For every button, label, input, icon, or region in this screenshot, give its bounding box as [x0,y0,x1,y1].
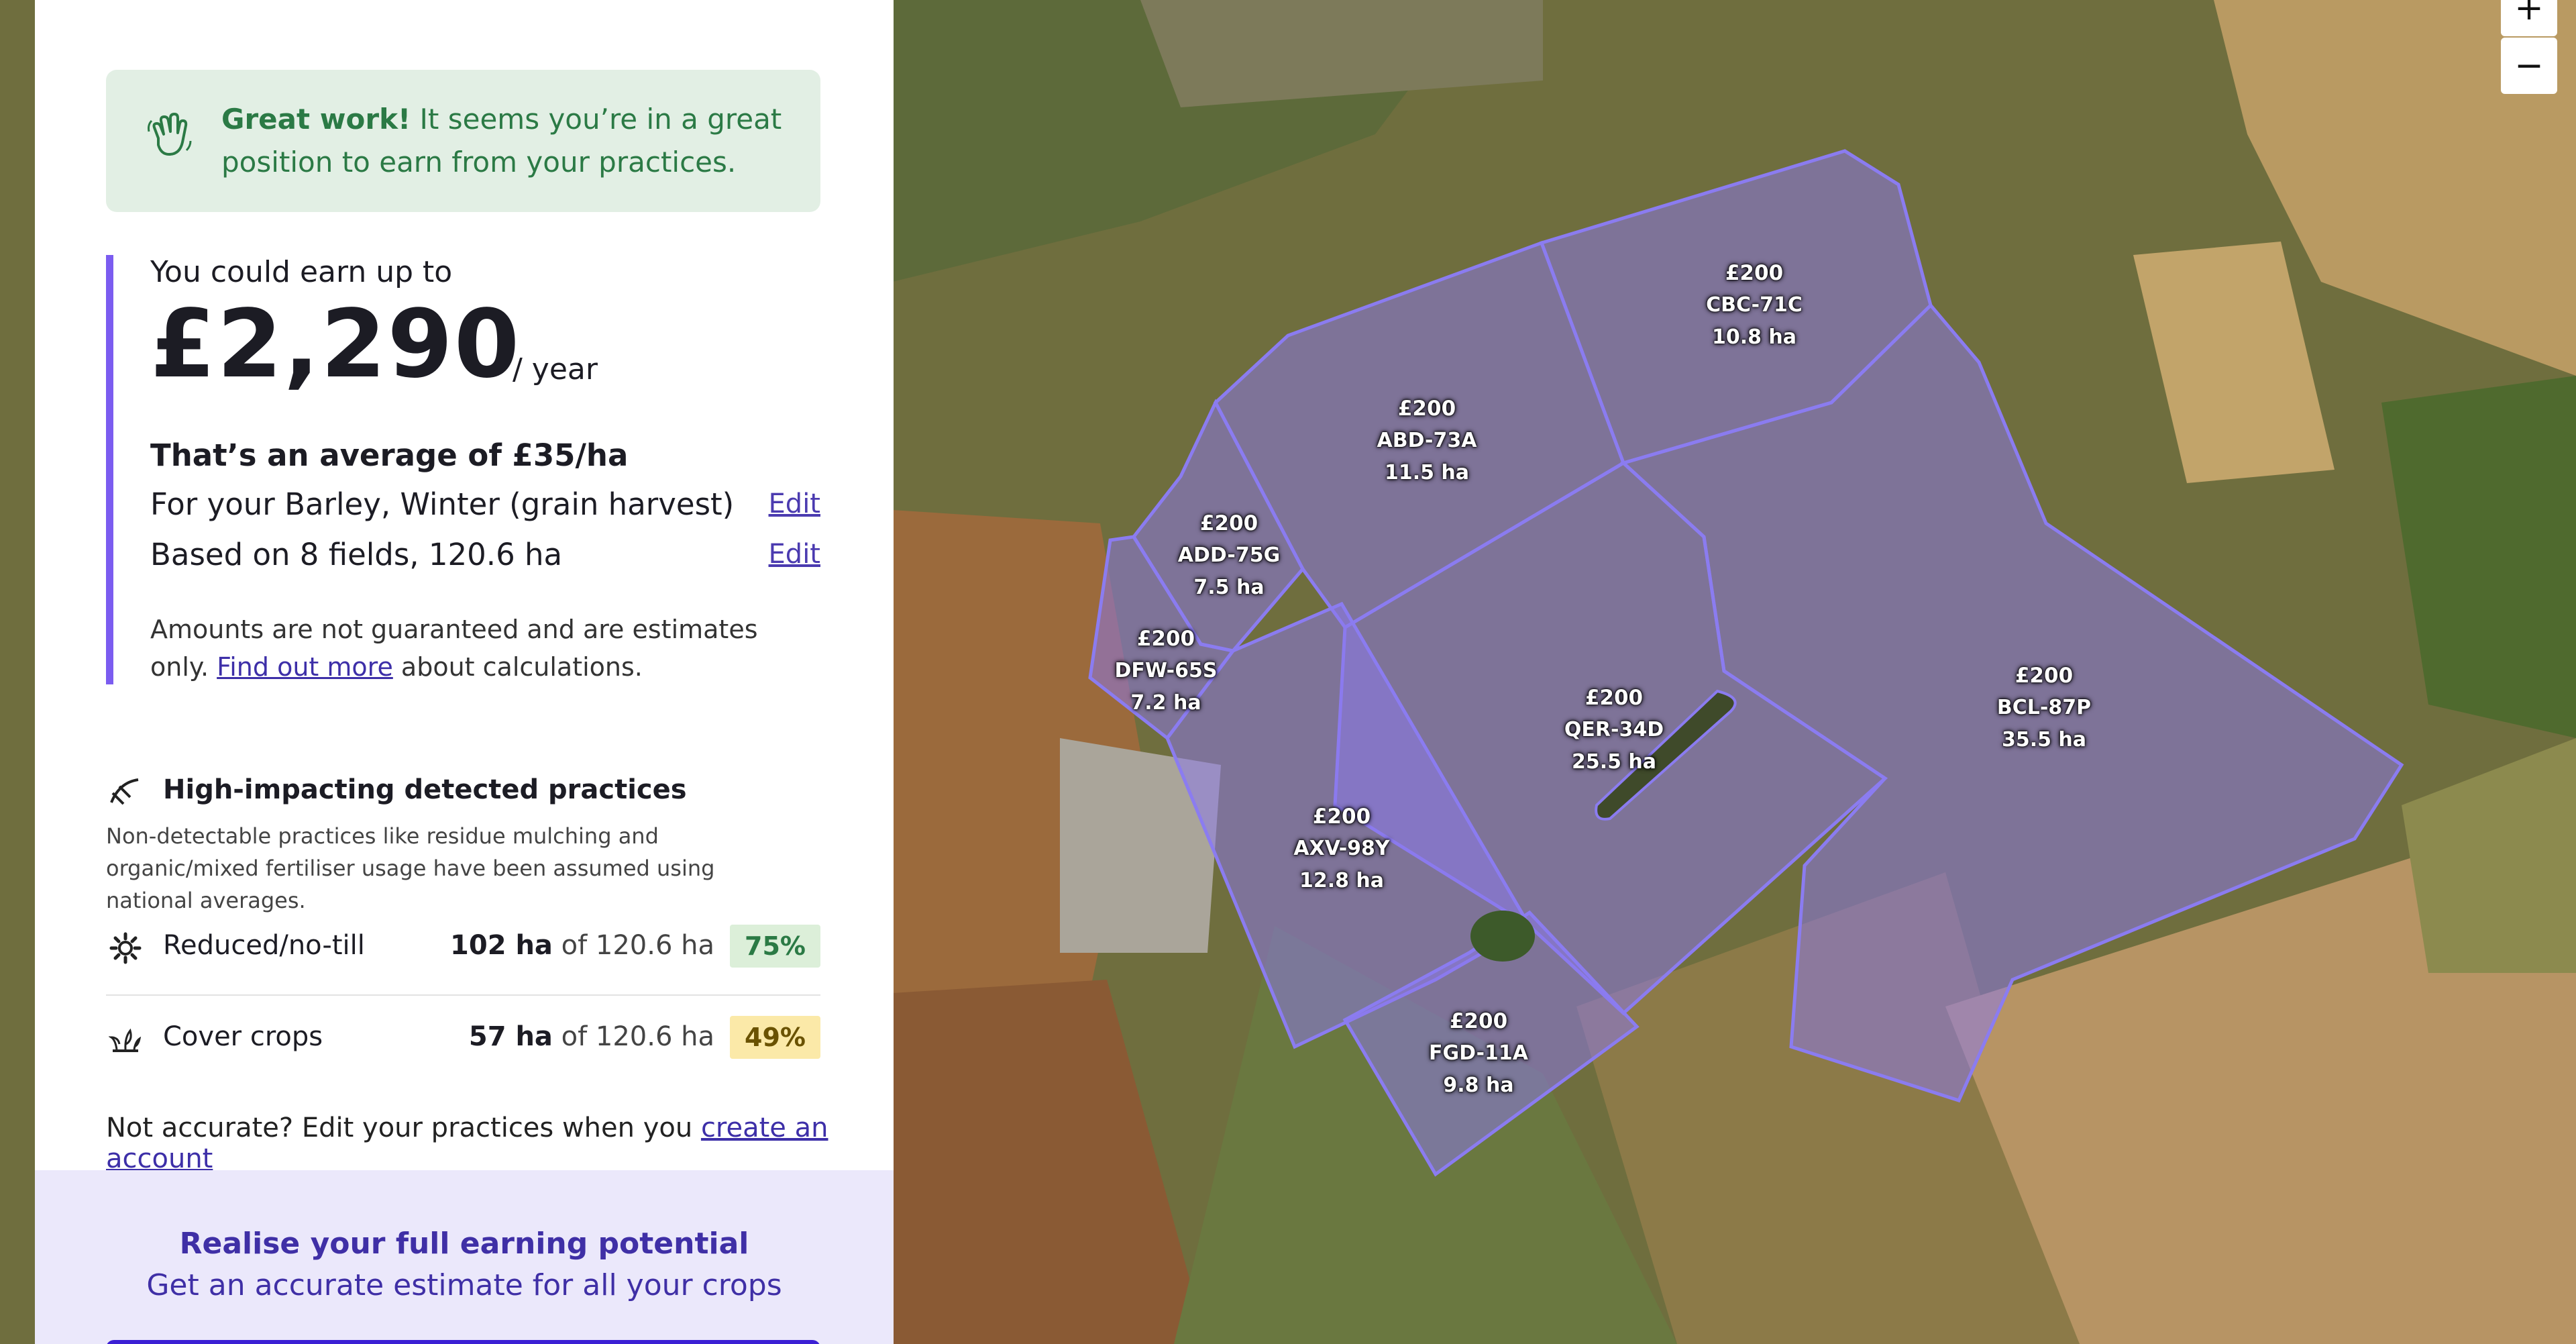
banner-title: Great work! [221,103,411,136]
field-label-dfw-65s[interactable]: £200 DFW-65S 7.2 ha [1115,623,1218,719]
edit-fields-link[interactable]: Edit [769,539,820,570]
field-price: £200 [2015,664,2074,688]
edit-crop-link[interactable]: Edit [769,488,820,519]
practices-heading: High-impacting detected practices [163,774,687,805]
zoom-in-button[interactable]: + [2501,0,2557,36]
field-price: £200 [1199,511,1258,535]
accuracy-note: Not accurate? Edit your practices when y… [106,1113,894,1174]
practice-percent-badge: 75% [730,925,820,968]
field-label-add-75g[interactable]: £200 ADD-75G 7.5 ha [1178,507,1280,604]
practice-area: 57 ha of 120.6 ha [469,1021,714,1052]
field-code: BCL-87P [1996,696,2092,719]
field-code: ADD-75G [1177,544,1281,567]
cta-section: Realise your full earning potential Get … [35,1170,894,1344]
zoom-out-button[interactable]: − [2501,38,2557,94]
field-area: 10.8 ha [1711,325,1797,349]
practice-total: of 120.6 ha [561,1021,714,1052]
about-calculations-text: about calculations. [400,652,643,682]
field-price: £200 [1449,1009,1508,1033]
earnings-amount: £2,290 [150,290,521,399]
practice-name: Cover crops [163,1021,323,1052]
field-area: 11.5 ha [1384,461,1470,484]
field-label-axv-98y[interactable]: £200 AXV-98Y 12.8 ha [1293,800,1389,897]
field-price: £200 [1585,686,1644,710]
practice-percent-badge: 49% [730,1016,820,1059]
field-area: 35.5 ha [2001,728,2087,752]
seedling-icon [108,1024,142,1060]
earnings-lead: You could earn up to [150,255,453,289]
field-code: AXV-98Y [1293,837,1390,860]
practice-area: 102 ha of 120.6 ha [450,930,714,961]
field-label-fgd-11a[interactable]: £200 FGD-11A 9.8 ha [1429,1005,1528,1102]
cta-button[interactable] [106,1340,820,1344]
accuracy-text: Edit your practices when you [301,1113,693,1143]
practices-icon [106,773,144,813]
waving-hand-icon [146,111,193,170]
gear-icon [109,931,142,968]
practice-row-cover-crops: Cover crops 57 ha of 120.6 ha 49% [106,1009,820,1071]
field-price: £200 [1397,397,1456,421]
fields-summary: Based on 8 fields, 120.6 ha [150,537,563,572]
find-out-more-link[interactable]: Find out more [217,652,393,682]
field-code: QER-34D [1564,718,1664,741]
field-area: 7.2 ha [1130,691,1201,715]
accuracy-prefix: Not accurate? [106,1113,294,1143]
field-area: 25.5 ha [1571,750,1657,774]
crop-summary: For your Barley, Winter (grain harvest) [150,486,735,522]
divider [106,994,820,996]
earnings-period: / year [513,352,598,386]
earnings-average: That’s an average of £35/ha [150,437,629,473]
estimate-panel: Great work! It seems you’re in a great p… [35,0,894,1344]
field-code: CBC-71C [1706,293,1803,317]
field-price: £200 [1312,805,1371,829]
success-banner: Great work! It seems you’re in a great p… [106,70,820,212]
practice-row-reduced-till: Reduced/no-till 102 ha of 120.6 ha 75% [106,918,820,980]
field-price: £200 [1725,261,1784,285]
cta-title: Realise your full earning potential [179,1227,749,1261]
field-code: ABD-73A [1377,429,1477,452]
practice-name: Reduced/no-till [163,930,365,961]
practice-value: 57 ha [468,1021,553,1052]
field-area: 9.8 ha [1443,1074,1514,1097]
cta-subtitle: Get an accurate estimate for all your cr… [146,1268,782,1302]
field-code: DFW-65S [1114,659,1218,682]
practice-value: 102 ha [450,930,553,961]
field-area: 7.5 ha [1193,576,1265,599]
field-label-cbc-71c[interactable]: £200 CBC-71C 10.8 ha [1706,257,1803,354]
practices-description: Non-detectable practices like residue mu… [106,823,715,913]
field-price: £200 [1136,627,1195,651]
field-label-bcl-87p[interactable]: £200 BCL-87P 35.5 ha [1997,660,2091,756]
field-label-qer-34d[interactable]: £200 QER-34D 25.5 ha [1564,682,1664,778]
disclaimer: Amounts are not guaranteed and are estim… [150,611,814,686]
field-area: 12.8 ha [1299,869,1385,892]
practice-total: of 120.6 ha [561,930,714,961]
earnings-summary: You could earn up to £2,290 / year That’… [106,255,820,684]
field-code: FGD-11A [1429,1041,1528,1065]
field-label-abd-73a[interactable]: £200 ABD-73A 11.5 ha [1377,393,1477,489]
